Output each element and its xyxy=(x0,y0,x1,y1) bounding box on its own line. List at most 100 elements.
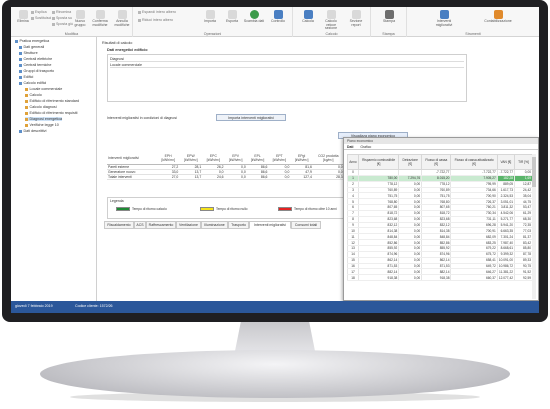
tree-item[interactable]: Centrali elettriche xyxy=(19,57,52,61)
confirm-changes-button[interactable]: Conferma modifiche xyxy=(89,10,111,32)
tree-item[interactable]: Calcolo xyxy=(25,93,42,97)
table-cell: 92,59 xyxy=(514,274,533,282)
ribbon-group-modifica: Elimina Esplica Sostituisci Rinomina Spo… xyxy=(11,7,133,37)
close-icon xyxy=(117,10,127,19)
tab-interventi-migliorativi[interactable]: Interventi migliorativi xyxy=(249,221,291,229)
table-cell: 918,38 xyxy=(421,274,452,282)
calculator-icon xyxy=(303,10,313,19)
ribbon-group-title: Operazioni xyxy=(203,32,222,36)
tree-item[interactable]: Edificio di riferimento requisiti xyxy=(25,111,77,115)
legend-swatch xyxy=(200,207,214,212)
tree-item[interactable]: Locale commerciale xyxy=(25,87,62,91)
printer-icon xyxy=(384,10,394,19)
expand-button[interactable]: Esplica xyxy=(31,10,47,14)
tree-item[interactable]: Dati descrittivi xyxy=(19,129,46,133)
column-header: VAN [€] xyxy=(496,154,516,170)
import-button[interactable]: Importa xyxy=(199,10,221,32)
tab-consumi-totali[interactable]: Consumi totali xyxy=(291,221,321,229)
energy-data-box: Diagnosi Locale commerciale xyxy=(107,54,467,102)
speed-icon xyxy=(326,10,336,19)
folder-icon xyxy=(19,129,22,133)
table-cell: Totale interventi xyxy=(107,174,157,180)
tab-illuminazione[interactable]: Illuminazione xyxy=(201,221,228,229)
swap-data-button[interactable]: Scambia dati xyxy=(243,10,265,32)
column-header: Detrazione [€] xyxy=(398,154,423,170)
tree-item-selected[interactable]: Diagnosi energetica xyxy=(25,117,63,121)
folder-icon xyxy=(19,75,22,79)
tree-item[interactable]: Calcolo edifici xyxy=(19,81,46,85)
rename-button[interactable]: Rinomina xyxy=(52,10,71,14)
report-section-button[interactable]: Sezione report xyxy=(345,10,367,32)
collapse-tree-button[interactable]: Riduci intero albero xyxy=(138,18,173,22)
table-header-row: Anno Risparmio combustibile [€] Detrazio… xyxy=(347,154,533,170)
report-icon xyxy=(351,10,361,19)
tree-item[interactable]: Edifici xyxy=(19,75,33,79)
economic-plan-window: Piano economico Dati Grafico Anno Rispar… xyxy=(343,137,539,301)
table-cell: 0,0 xyxy=(268,174,291,180)
export-icon xyxy=(227,10,237,19)
tab-trasporto[interactable]: Trasporto xyxy=(228,221,249,229)
tab-raffrescamento[interactable]: Raffrescamento xyxy=(146,221,176,229)
tree-item[interactable]: Calcolo diagnosi xyxy=(25,105,57,109)
ribbon-group-strumenti: Interventi migliorativi Contabilizzazion… xyxy=(407,7,539,37)
status-bar: giovedì 7 febbraio 2019 Codice cliente: … xyxy=(11,301,539,313)
scrollbar[interactable] xyxy=(532,154,536,299)
tree-item[interactable]: Gruppi di trasporto xyxy=(19,69,54,73)
column-header: CO2 prodotta [kg/m²] xyxy=(312,152,344,165)
table-cell: 660,37 xyxy=(450,274,498,282)
tab-ventilazione[interactable]: Ventilazione xyxy=(176,221,201,229)
fast-calc-button[interactable]: Calcolo veloce sezione xyxy=(320,10,342,32)
tree-item[interactable]: Dati generali xyxy=(19,45,44,49)
table-row[interactable]: 18 918,38 0,00 918,38 660,37 12.077,42 92,59 xyxy=(347,274,533,282)
move-down-button[interactable]: Sposta giù xyxy=(52,22,73,26)
import-improvements-button[interactable]: Importa interventi migliorativi xyxy=(216,114,286,121)
project-tree: Pratica energetica Dati generali Struttu… xyxy=(11,37,97,301)
print-button[interactable]: Stampa xyxy=(378,10,400,32)
tab-dati[interactable]: Dati xyxy=(347,145,353,149)
column-header: EPH [kWh/m²] xyxy=(157,152,180,165)
check-button[interactable]: Controllo xyxy=(267,10,289,32)
new-group-button[interactable]: Nuovo gruppo xyxy=(71,10,89,32)
column-header: Anno xyxy=(347,154,359,170)
table-cell: 0,00 xyxy=(398,274,423,282)
calculator-icon xyxy=(25,105,28,109)
tab-grafico[interactable]: Grafico xyxy=(360,145,371,149)
move-up-button[interactable]: Sposta su xyxy=(52,16,72,20)
folder-icon xyxy=(19,57,22,61)
ribbon-group-title: Strumenti xyxy=(465,32,481,36)
cancel-changes-button[interactable]: Annulla modifiche xyxy=(111,10,133,32)
status-date: giovedì 7 febbraio 2019 xyxy=(15,304,53,308)
tree-item[interactable]: Centrali termiche xyxy=(19,63,51,67)
building-icon xyxy=(25,99,28,103)
tree-item[interactable]: Verifiche legge 10 xyxy=(25,123,59,127)
scrollbar-thumb[interactable] xyxy=(532,157,536,187)
table-cell: 24,6 xyxy=(202,174,225,180)
ribbon-group-stampa: Stampa Stampa xyxy=(371,7,407,37)
folder-icon xyxy=(19,69,22,73)
ribbon-group-title: Stampa xyxy=(382,32,395,36)
column-header: EPW [kWh/m²] xyxy=(179,152,203,165)
check-icon xyxy=(25,123,28,127)
export-button[interactable]: Esporta xyxy=(221,10,243,32)
tree-item[interactable]: Pratica energetica xyxy=(15,39,49,43)
table-cell: 13,7 xyxy=(179,174,203,180)
ribbon-group-title: Modifica xyxy=(64,32,79,36)
folder-icon xyxy=(19,45,22,49)
calculate-button[interactable]: Calcola xyxy=(297,10,319,32)
accounting-button[interactable]: Contabilizzazione xyxy=(481,10,515,32)
local-label: Locale commerciale xyxy=(110,63,464,68)
check-icon xyxy=(95,10,105,19)
import-icon xyxy=(205,10,215,19)
expand-tree-button[interactable]: Espandi intero albero xyxy=(138,10,176,14)
column-header: Interventi migliorativi xyxy=(107,152,157,165)
tree-item[interactable]: Strutture xyxy=(19,51,38,55)
improvements-button[interactable]: Interventi migliorativi xyxy=(429,10,459,32)
building-icon xyxy=(25,111,28,115)
column-header: EPT [kWh/m²] xyxy=(268,152,291,165)
tab-riscaldamento[interactable]: Riscaldamento xyxy=(104,221,134,229)
tree-item[interactable]: Edificio di riferimento standard xyxy=(25,99,79,103)
tab-acs[interactable]: ACS xyxy=(134,221,146,229)
column-header: EPL [kWh/m²] xyxy=(246,152,269,165)
replace-button[interactable]: Sostituisci xyxy=(31,16,51,20)
meter-icon xyxy=(493,10,503,19)
